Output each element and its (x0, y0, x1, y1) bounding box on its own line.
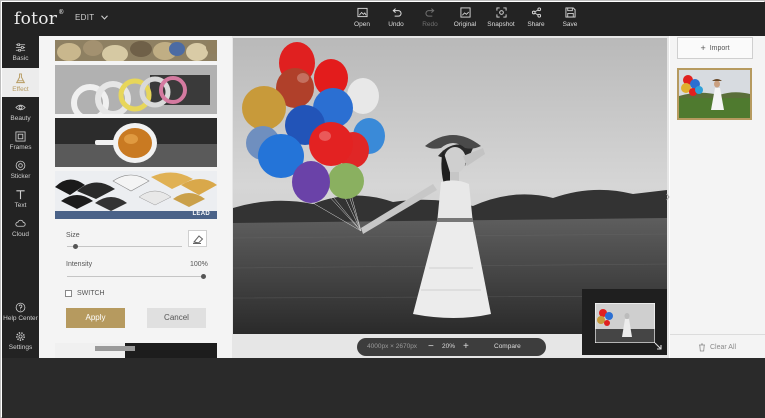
help-center-button[interactable]: Help Center (2, 297, 39, 326)
cancel-button[interactable]: Cancel (147, 308, 206, 328)
zoom-in-button[interactable]: + (463, 341, 469, 352)
save-label: Save (562, 21, 578, 28)
zoom-bar: 4000px × 2670px − 20% + Compare (357, 338, 546, 356)
sidebar-item-text[interactable]: Text (2, 184, 39, 213)
eye-icon (15, 104, 26, 110)
eraser-button[interactable] (188, 230, 207, 247)
original-image-icon (459, 7, 471, 18)
sidebar-item-beauty[interactable]: Beauty (2, 97, 39, 126)
import-label: Import (709, 44, 730, 52)
collapse-navigator-icon[interactable] (652, 340, 664, 352)
snapshot-label: Snapshot (487, 21, 515, 28)
effect-tag: LEAD (192, 211, 210, 217)
undo-label: Undo (388, 21, 404, 28)
size-label: Size (66, 232, 80, 239)
mode-dropdown[interactable]: EDIT (75, 13, 109, 22)
navigator-thumbnail[interactable] (594, 302, 656, 344)
cloud-icon (15, 219, 26, 227)
intensity-label: Intensity (66, 261, 93, 268)
help-center-label: Help Center (3, 314, 38, 322)
flask-icon (15, 72, 26, 83)
eraser-icon (193, 235, 204, 244)
snapshot-button[interactable]: Snapshot (483, 7, 519, 32)
open-image-icon (356, 7, 368, 18)
top-toolbar: fotor® EDIT Open Undo Redo Original Snap… (2, 2, 765, 36)
save-button[interactable]: Save (553, 7, 587, 32)
sidebar-item-label: Sticker (10, 172, 31, 180)
zoom-level: 20% (442, 343, 456, 350)
sidebar-item-label: Basic (12, 54, 29, 62)
gear-icon (16, 331, 25, 341)
sidebar-item-basic[interactable]: Basic (2, 37, 39, 66)
left-sidebar: Basic Effect Beauty Frames Sticker Text … (2, 36, 39, 358)
compare-button[interactable]: Compare (494, 343, 521, 350)
image-size-label: 4000px × 2670px (367, 343, 418, 350)
plus-icon: + (700, 43, 706, 53)
redo-button[interactable]: Redo (413, 7, 447, 32)
intensity-slider-knob[interactable] (201, 274, 206, 279)
open-label: Open (354, 21, 370, 28)
apply-button[interactable]: Apply (66, 308, 125, 328)
mode-label: EDIT (75, 13, 95, 22)
undo-button[interactable]: Undo (379, 7, 413, 32)
sidebar-item-label: Text (14, 201, 27, 209)
sidebar-item-sticker[interactable]: Sticker (2, 155, 39, 184)
settings-button[interactable]: Settings (2, 326, 39, 355)
sidebar-item-label: Cloud (12, 230, 29, 238)
sticker-icon (15, 160, 26, 170)
text-icon (16, 189, 25, 199)
redo-label: Redo (422, 21, 438, 28)
share-icon (531, 7, 541, 18)
sidebar-item-cloud[interactable]: Cloud (2, 213, 39, 242)
right-panel: + Import Clear All (670, 36, 765, 358)
intensity-slider[interactable] (67, 276, 205, 277)
switch-label: SWITCH (77, 290, 105, 297)
original-button[interactable]: Original (447, 7, 483, 32)
zoom-out-button[interactable]: − (428, 341, 434, 352)
save-icon (564, 7, 576, 18)
clear-all-button[interactable]: Clear All (698, 343, 736, 352)
size-slider[interactable] (67, 246, 182, 247)
original-label: Original (453, 21, 477, 28)
frame-icon (15, 131, 26, 141)
effect-thumbnail-tea[interactable] (55, 118, 217, 167)
switch-checkbox[interactable] (65, 290, 72, 297)
snapshot-icon (495, 7, 507, 18)
sidebar-item-frames[interactable]: Frames (2, 126, 39, 155)
share-button[interactable]: Share (519, 7, 553, 32)
sliders-icon (15, 42, 26, 52)
redo-icon (424, 8, 434, 17)
sidebar-item-label: Frames (9, 143, 32, 151)
effect-thumbnail-bw[interactable] (55, 343, 217, 358)
help-icon (15, 302, 26, 312)
right-panel-divider (670, 334, 765, 335)
recent-image-thumbnail[interactable] (677, 68, 752, 120)
effect-thumbnail-pebbles[interactable] (55, 40, 217, 61)
sidebar-item-label: Effect (12, 85, 29, 93)
trash-icon (699, 343, 705, 352)
size-slider-knob[interactable] (72, 244, 78, 249)
share-label: Share (527, 21, 545, 28)
effect-thumbnail-umbrellas[interactable]: LEAD (55, 171, 217, 219)
effect-thumbnail-rings[interactable] (55, 65, 217, 114)
import-button[interactable]: + Import (677, 37, 753, 59)
chevron-down-icon (101, 15, 109, 20)
open-button[interactable]: Open (345, 7, 379, 32)
sidebar-item-label: Beauty (10, 114, 31, 122)
intensity-value: 100% (190, 261, 208, 268)
sidebar-item-effect[interactable]: Effect (2, 68, 39, 97)
navigator-panel[interactable] (582, 289, 667, 355)
settings-label: Settings (8, 343, 33, 351)
clear-all-label: Clear All (710, 344, 737, 351)
fotor-logo[interactable]: fotor® (14, 9, 65, 29)
undo-icon (392, 8, 402, 17)
fotor-editor: fotor® EDIT Open Undo Redo Original Snap… (0, 0, 765, 418)
bottom-area (2, 358, 765, 418)
